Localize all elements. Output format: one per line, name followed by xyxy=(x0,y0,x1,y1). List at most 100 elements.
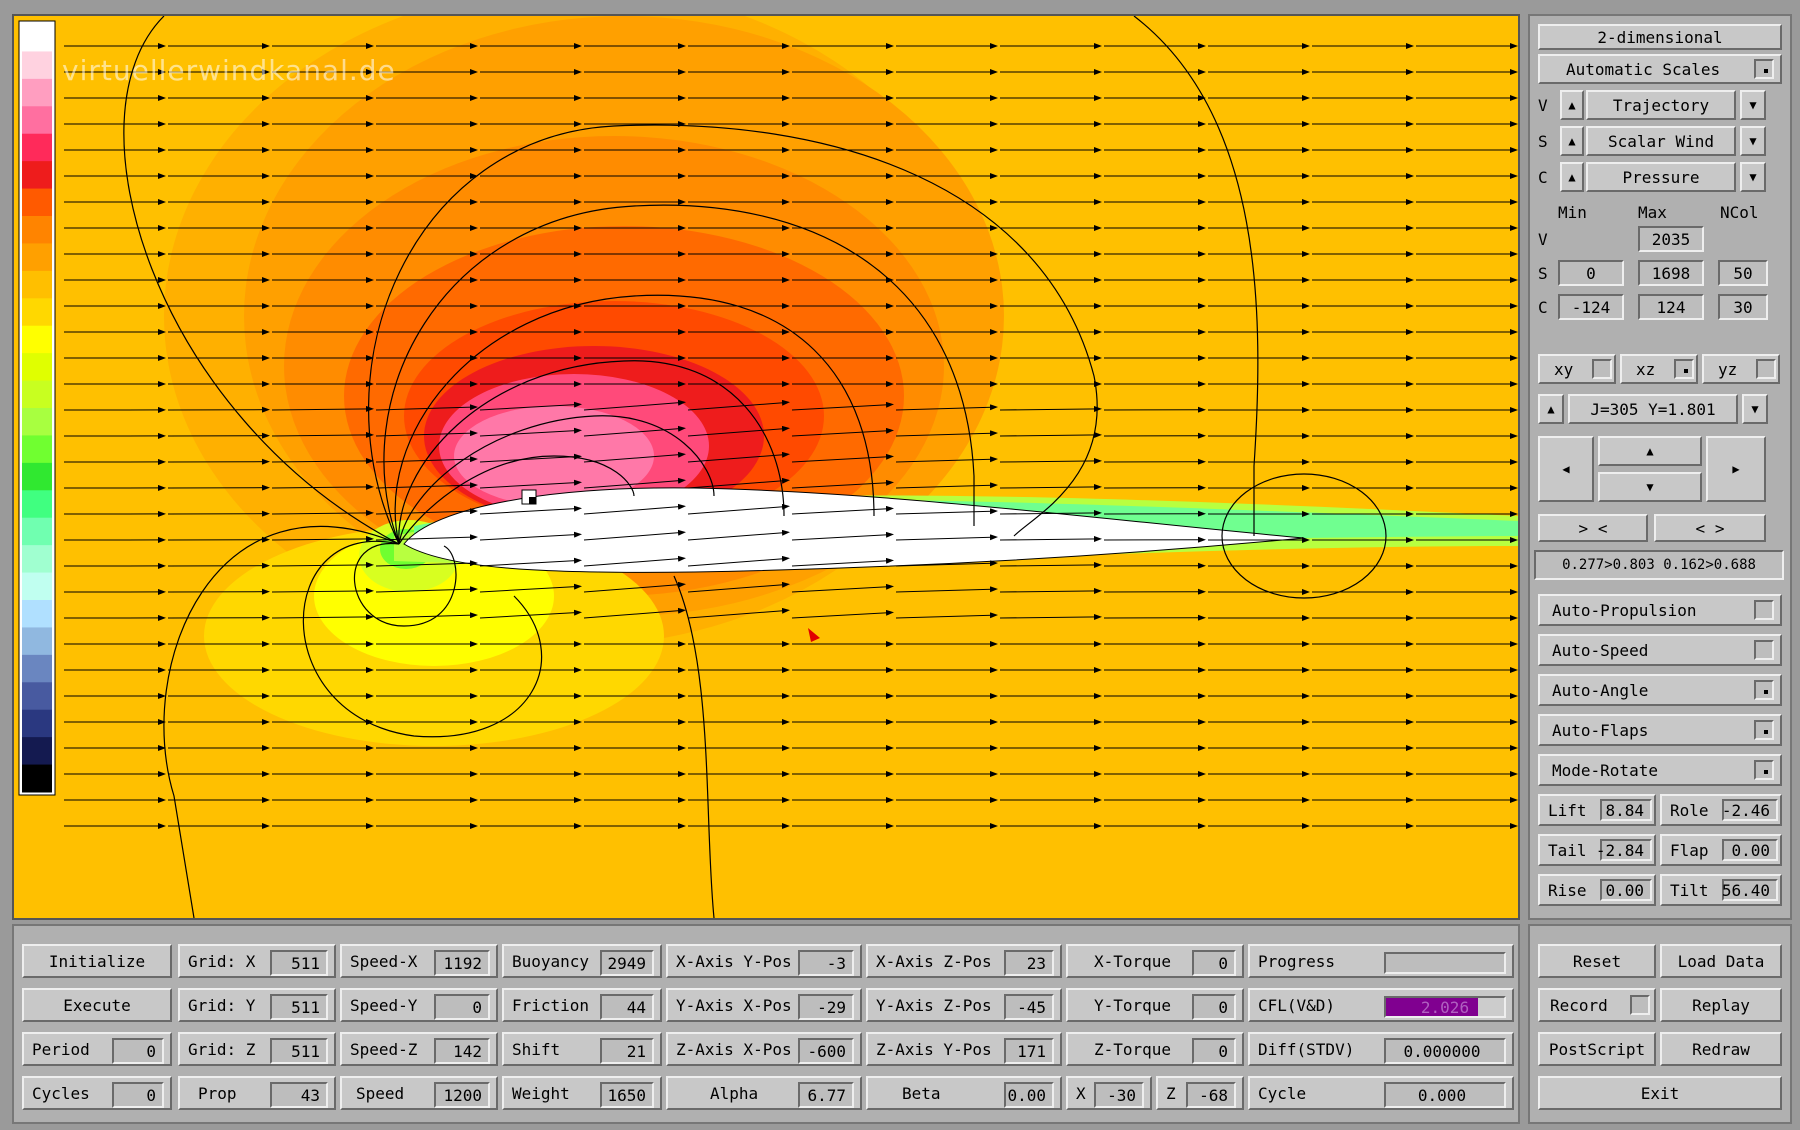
vector-dropdown-icon[interactable]: ▼ xyxy=(1740,90,1766,120)
speed-y-label: Speed-Y xyxy=(350,995,418,1015)
automatic-scales-checkbox[interactable] xyxy=(1754,59,1774,79)
zoom-in-button[interactable]: > < xyxy=(1538,514,1648,542)
friction-input[interactable]: 44 xyxy=(600,994,654,1020)
load-data-button[interactable]: Load Data xyxy=(1660,944,1782,978)
pan-down-arrow-icon[interactable]: ▼ xyxy=(1598,472,1702,502)
zaxis-xpos-input[interactable]: -600 xyxy=(798,1038,854,1064)
auto-flaps-toggle[interactable]: Auto-Flaps xyxy=(1538,714,1782,746)
plane-xz-radio[interactable] xyxy=(1674,359,1694,379)
legend-swatch xyxy=(22,435,52,464)
auto-speed-checkbox[interactable] xyxy=(1754,640,1774,660)
speed-x-field: Speed-X 1192 xyxy=(340,944,498,978)
postscript-button[interactable]: PostScript xyxy=(1538,1032,1656,1066)
v-max-input[interactable]: 2035 xyxy=(1638,226,1704,252)
weight-input[interactable]: 1650 xyxy=(600,1082,654,1108)
z-torque-input[interactable]: 0 xyxy=(1192,1038,1236,1064)
plane-xy-button[interactable]: xy xyxy=(1538,354,1616,384)
period-input[interactable]: 0 xyxy=(112,1038,164,1064)
friction-label: Friction xyxy=(512,995,590,1015)
plane-xy-radio[interactable] xyxy=(1592,359,1612,379)
automatic-scales-toggle[interactable]: Automatic Scales xyxy=(1538,54,1782,84)
alpha-input[interactable]: 6.77 xyxy=(798,1082,854,1108)
zoom-out-button[interactable]: < > xyxy=(1654,514,1766,542)
shift-input[interactable]: 21 xyxy=(600,1038,654,1064)
legend-swatch xyxy=(22,490,52,519)
pan-up-arrow-icon[interactable]: ▲ xyxy=(1598,436,1702,466)
replay-button[interactable]: Replay xyxy=(1660,988,1782,1022)
speed-y-input[interactable]: 0 xyxy=(434,994,490,1020)
reset-button[interactable]: Reset xyxy=(1538,944,1656,978)
diff-value: 0.000000 xyxy=(1384,1038,1506,1064)
vector-up-arrow-icon[interactable]: ▲ xyxy=(1560,90,1584,120)
pan-right-arrow-icon[interactable]: ▶ xyxy=(1706,436,1766,502)
slice-down-arrow-icon[interactable]: ▼ xyxy=(1742,394,1768,424)
yaxis-zpos-input[interactable]: -45 xyxy=(1004,994,1054,1020)
flow-visualization-canvas[interactable]: virtuellerwindkanal.de xyxy=(12,14,1520,920)
cycles-input[interactable]: 0 xyxy=(112,1082,164,1108)
zaxis-xpos-label: Z-Axis X-Pos xyxy=(676,1039,792,1059)
record-checkbox[interactable] xyxy=(1630,995,1650,1015)
redraw-button[interactable]: Redraw xyxy=(1660,1032,1782,1066)
x-offset-input[interactable]: -30 xyxy=(1094,1082,1144,1108)
z-offset-input[interactable]: -68 xyxy=(1186,1082,1236,1108)
auto-propulsion-toggle[interactable]: Auto-Propulsion xyxy=(1538,594,1782,626)
grid-z-input[interactable]: 511 xyxy=(270,1038,328,1064)
shift-field: Shift 21 xyxy=(502,1032,662,1066)
prop-input[interactable]: 43 xyxy=(270,1082,328,1108)
xaxis-ypos-input[interactable]: -3 xyxy=(798,950,854,976)
yaxis-zpos-field: Y-Axis Z-Pos -45 xyxy=(866,988,1062,1022)
x-torque-input[interactable]: 0 xyxy=(1192,950,1236,976)
auto-speed-toggle[interactable]: Auto-Speed xyxy=(1538,634,1782,666)
contour-mode-select[interactable]: Pressure xyxy=(1586,162,1736,192)
c-ncol-input[interactable]: 30 xyxy=(1718,294,1768,320)
beta-input[interactable]: 0.00 xyxy=(1004,1082,1054,1108)
legend-swatch xyxy=(22,572,52,601)
tilt-field: Tilt 56.40 xyxy=(1660,874,1782,906)
grid-x-input[interactable]: 511 xyxy=(270,950,328,976)
speed-x-input[interactable]: 1192 xyxy=(434,950,490,976)
yaxis-xpos-input[interactable]: -29 xyxy=(798,994,854,1020)
scalar-up-arrow-icon[interactable]: ▲ xyxy=(1560,126,1584,156)
s-min-input[interactable]: 0 xyxy=(1558,260,1624,286)
y-torque-input[interactable]: 0 xyxy=(1192,994,1236,1020)
auto-flaps-checkbox[interactable] xyxy=(1754,720,1774,740)
mode-rotate-checkbox[interactable] xyxy=(1754,760,1774,780)
speed-z-input[interactable]: 142 xyxy=(434,1038,490,1064)
prop-label: Prop xyxy=(198,1083,237,1103)
mode-rotate-toggle[interactable]: Mode-Rotate xyxy=(1538,754,1782,786)
buoyancy-input[interactable]: 2949 xyxy=(600,950,654,976)
xaxis-zpos-input[interactable]: 23 xyxy=(1004,950,1054,976)
y-torque-label: Y-Torque xyxy=(1094,995,1172,1015)
prop-field: Prop 43 xyxy=(178,1076,336,1110)
auto-propulsion-checkbox[interactable] xyxy=(1754,600,1774,620)
scalar-dropdown-icon[interactable]: ▼ xyxy=(1740,126,1766,156)
legend-swatch xyxy=(22,462,52,491)
scalar-mode-select[interactable]: Scalar Wind xyxy=(1586,126,1736,156)
dimension-mode-button[interactable]: 2-dimensional xyxy=(1538,24,1782,50)
contour-dropdown-icon[interactable]: ▼ xyxy=(1740,162,1766,192)
legend-swatch xyxy=(22,325,52,354)
c-min-input[interactable]: -124 xyxy=(1558,294,1624,320)
slice-up-arrow-icon[interactable]: ▲ xyxy=(1538,394,1564,424)
record-toggle[interactable]: Record xyxy=(1538,988,1656,1022)
initialize-button[interactable]: Initialize xyxy=(22,944,172,978)
plane-yz-button[interactable]: yz xyxy=(1702,354,1780,384)
zaxis-ypos-input[interactable]: 171 xyxy=(1004,1038,1054,1064)
vector-mode-select[interactable]: Trajectory xyxy=(1586,90,1736,120)
cfl-label: CFL(V&D) xyxy=(1258,995,1336,1015)
plane-yz-radio[interactable] xyxy=(1756,359,1776,379)
speed-input[interactable]: 1200 xyxy=(434,1082,490,1108)
auto-angle-toggle[interactable]: Auto-Angle xyxy=(1538,674,1782,706)
execute-button[interactable]: Execute xyxy=(22,988,172,1022)
buoyancy-label: Buoyancy xyxy=(512,951,590,971)
s-max-input[interactable]: 1698 xyxy=(1638,260,1704,286)
s-ncol-input[interactable]: 50 xyxy=(1718,260,1768,286)
contour-up-arrow-icon[interactable]: ▲ xyxy=(1560,162,1584,192)
pan-left-arrow-icon[interactable]: ◀ xyxy=(1538,436,1594,502)
c-max-input[interactable]: 124 xyxy=(1638,294,1704,320)
exit-button[interactable]: Exit xyxy=(1538,1076,1782,1110)
plane-xz-button[interactable]: xz xyxy=(1620,354,1698,384)
auto-angle-checkbox[interactable] xyxy=(1754,680,1774,700)
grid-y-input[interactable]: 511 xyxy=(270,994,328,1020)
plane-xy-label: xy xyxy=(1554,359,1574,379)
